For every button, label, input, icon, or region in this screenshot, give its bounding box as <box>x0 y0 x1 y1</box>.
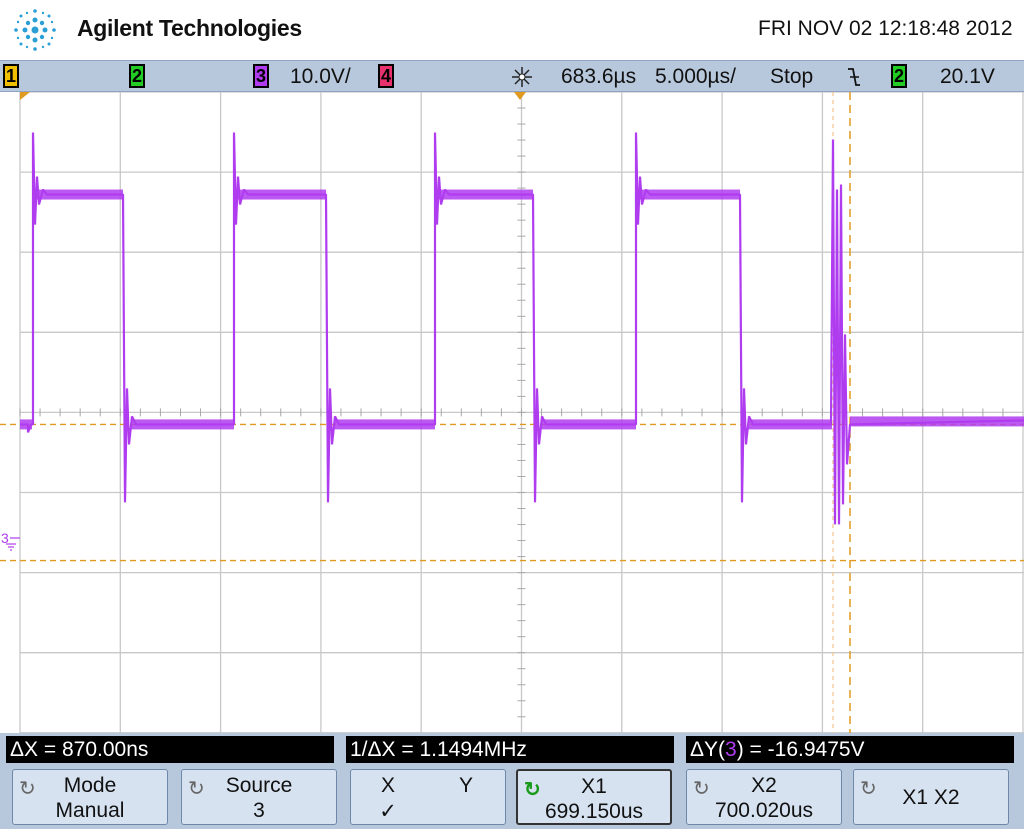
trace-noise-band <box>439 189 533 200</box>
trigger-position-marker <box>514 92 526 100</box>
mode-title: Mode <box>63 774 117 797</box>
mode-value: Manual <box>55 799 125 822</box>
header-bar: Agilent Technologies FRI NOV 02 12:18:48… <box>0 0 1024 60</box>
mode-softkey[interactable]: ↻ Mode Manual <box>12 769 168 825</box>
delta-y-readout: ΔY(3) = -16.9475V <box>686 736 1014 763</box>
x2-value: 700.020us <box>714 799 814 822</box>
x2-softkey[interactable]: ↻ X2 700.020us <box>686 769 842 825</box>
trace-noise-band <box>541 419 636 430</box>
agilent-logo-icon <box>14 9 56 51</box>
channel-1-button[interactable]: 1 <box>3 64 19 88</box>
trace-noise-band <box>37 189 123 200</box>
x1-value: 699.150us <box>544 800 644 823</box>
falling-edge-icon <box>848 68 860 86</box>
trace-noise-band <box>640 189 740 200</box>
brand-name: Agilent Technologies <box>77 15 302 41</box>
trace-noise-band <box>131 419 234 430</box>
channel-2-button[interactable]: 2 <box>129 64 145 88</box>
waveform-display[interactable]: 3 <box>0 92 1024 733</box>
trigger-level-value: 20.1V <box>940 65 995 88</box>
time-delay-value: 683.6µs <box>561 65 637 88</box>
channel-3-button[interactable]: 3 <box>253 64 269 88</box>
delta-y-channel: 3 <box>725 738 737 761</box>
run-state: Stop <box>770 65 814 88</box>
trace-noise-band <box>748 419 832 430</box>
time-scale-value: 5.000µs/ <box>655 65 736 88</box>
status-bar: 1 2 3 10.0V/ 4 683.6µs 5.000µs/ Stop 2 2… <box>0 60 1024 92</box>
datetime-display: FRI NOV 02 12:18:48 2012 <box>758 17 1013 40</box>
inverse-delta-x-readout: 1/ΔX = 1.1494MHz <box>346 736 674 763</box>
trace-noise-band <box>238 189 326 200</box>
x2-title: X2 <box>751 774 777 797</box>
softkey-bar: ↻ Mode Manual ↻ Source 3 X Y ✓ ↻ X1 699.… <box>0 767 1024 829</box>
left-position-marker <box>20 92 30 100</box>
x1-x2-label: X1 X2 <box>902 786 960 809</box>
delta-y-value: ) = -16.9475V <box>736 738 865 761</box>
delta-x-readout: ΔX = 870.00ns <box>6 736 334 763</box>
delta-y-prefix: ΔY( <box>690 738 726 761</box>
trace-noise-band <box>20 419 32 430</box>
trigger-source-indicator: 2 <box>891 64 907 88</box>
x1-softkey[interactable]: ↻ X1 699.150us <box>516 769 672 825</box>
trace-noise-band <box>334 419 435 430</box>
x1-x2-softkey[interactable]: ↻ X1 X2 <box>853 769 1009 825</box>
channel-3-scale: 10.0V/ <box>290 65 351 88</box>
channel-4-button[interactable]: 4 <box>378 64 394 88</box>
horizontal-delay-icon <box>512 67 532 87</box>
x-selected-check: ✓ <box>379 800 397 823</box>
measurement-bar: ΔX = 870.00ns 1/ΔX = 1.1494MHz ΔY(3) = -… <box>0 733 1024 767</box>
trace-noise-band <box>850 416 1024 427</box>
xy-softkey[interactable]: X Y ✓ <box>350 769 506 825</box>
graticule-center-ticks <box>19 92 1004 718</box>
x1-title: X1 <box>581 775 607 798</box>
